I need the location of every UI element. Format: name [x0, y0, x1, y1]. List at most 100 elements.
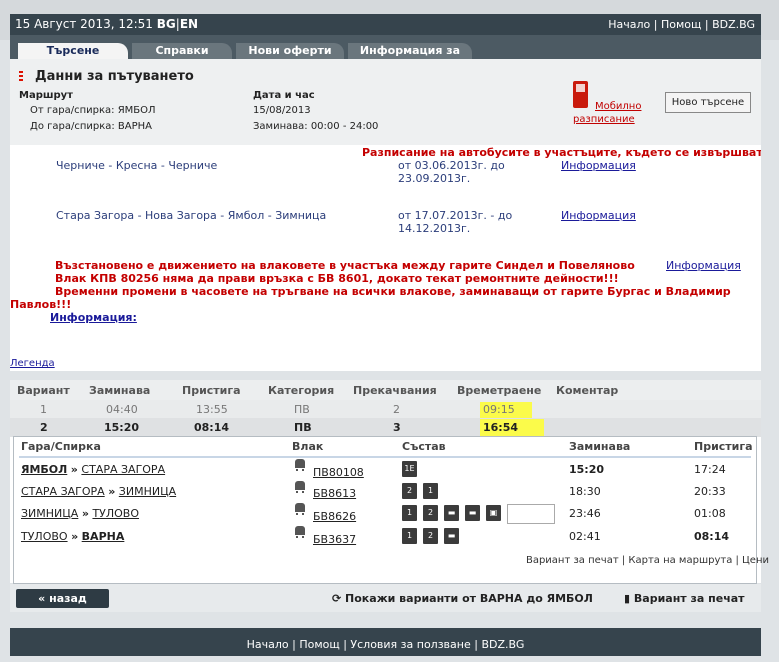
notice-schedule-change-end: Павлов!!! [10, 298, 72, 311]
train-icon [294, 459, 306, 472]
date-label: Дата и час [253, 90, 315, 101]
leg-departure: 18:30 [569, 485, 601, 498]
leg-route: ТУЛОВО » ВАРНА [21, 530, 124, 543]
list-marker-icon [19, 71, 23, 82]
leg-departure: 23:46 [569, 507, 601, 520]
notice-info-link[interactable]: Информация: [50, 311, 137, 324]
new-search-button[interactable]: Ново търсене [665, 92, 751, 113]
tab-search[interactable]: Търсене [18, 43, 128, 59]
train-number-link[interactable]: БВ3637 [313, 533, 356, 546]
route-separator: » [71, 530, 79, 543]
notice-restored-info-link[interactable]: Информация [666, 259, 741, 272]
footer-links[interactable]: Начало | Помощ | Условия за ползване | B… [10, 628, 761, 656]
departure-window: Заминава: 00:00 - 24:00 [253, 121, 379, 132]
trip-title: Данни за пътуването [35, 69, 194, 84]
leg-route: ЯМБОЛ » СТАРА ЗАГОРА [21, 463, 165, 476]
trip-header: Данни за пътуването Маршрут От гара/спир… [10, 59, 761, 145]
refresh-icon: ⟳ [332, 592, 346, 605]
datetime-text: 15 Август 2013, 12:51 [15, 17, 153, 31]
bus-route-2: Стара Загора - Нова Загора - Ямбол - Зим… [56, 209, 327, 222]
transfers: 3 [393, 421, 401, 434]
tab-station-info[interactable]: Информация за гара [348, 43, 472, 73]
reverse-route-label: Покажи варианти от ВАРНА до ЯМБОЛ [345, 592, 593, 605]
to-station: До гара/спирка: ВАРНА [30, 121, 153, 132]
bus-route-2-dates: от 17.07.2013г. - до [398, 209, 513, 222]
col-comment: Коментар [556, 384, 619, 397]
route-label: Маршрут [19, 90, 73, 101]
leg-from-link[interactable]: ТУЛОВО [21, 530, 68, 543]
print-variant-link[interactable]: ▮ Вариант за печат [624, 592, 745, 605]
departure-time: 15:20 [104, 421, 140, 434]
leg-route: ЗИМНИЦА » ТУЛОВО [21, 507, 139, 520]
print-variant-label: Вариант за печат [633, 592, 745, 605]
mobile-schedule-link[interactable]: Мобилно разписание [573, 100, 653, 126]
arrival-time: 13:55 [196, 403, 228, 416]
leg-arrival: 17:24 [694, 463, 726, 476]
col-train: Влак [292, 440, 324, 453]
lang-en-link[interactable]: EN [180, 17, 198, 31]
top-nav-links[interactable]: Начало | Помощ | BDZ.BG [608, 18, 755, 31]
sleeper-bed-icon: ▬ [444, 528, 459, 544]
second-class-seat-icon: 2 [423, 528, 438, 544]
leg-to-link[interactable]: ЗИМНИЦА [119, 485, 176, 498]
leg-departure: 02:41 [569, 530, 601, 543]
lang-bg-link[interactable]: BG [157, 17, 176, 31]
col-arrives: Пристига [182, 384, 241, 397]
bus-route-2-info-link[interactable]: Информация [561, 209, 636, 222]
tab-references[interactable]: Справки [132, 43, 232, 59]
result-row[interactable]: 1 04:40 13:55 ПВ 2 09:15 [10, 400, 761, 418]
leg-to-link[interactable]: ВАРНА [82, 530, 125, 543]
train-number-link[interactable]: БВ8613 [313, 487, 356, 500]
transfers: 2 [393, 403, 400, 416]
result-actions-links[interactable]: Вариант за печат | Карта на маршрута | Ц… [526, 555, 769, 566]
col-variant: Вариант [17, 384, 70, 397]
duration: 16:54 [483, 421, 519, 434]
col-leg-arrives: Пристига [694, 440, 753, 453]
leg-arrival: 01:08 [694, 507, 726, 520]
col-composition: Състав [402, 440, 446, 453]
legend-link[interactable]: Легенда [10, 358, 55, 369]
train-icon [294, 481, 306, 494]
train-number-link[interactable]: БВ8626 [313, 510, 356, 523]
first-class-seat-icon: 1 [402, 505, 417, 521]
bus-route-1-info-link[interactable]: Информация [561, 159, 636, 172]
leg-to-link[interactable]: ТУЛОВО [92, 507, 139, 520]
notice-restored: Възстановено е движението на влаковете в… [55, 259, 635, 272]
sleeper-bed-icon: ▬ [444, 505, 459, 521]
leg-route: СТАРА ЗАГОРА » ЗИМНИЦА [21, 485, 176, 498]
results-panel: Вариант Заминава Пристига Категория Прек… [10, 380, 761, 584]
col-duration: Времетраене [457, 384, 542, 397]
leg-departure: 15:20 [569, 463, 605, 476]
category: ПВ [294, 403, 310, 416]
results-header: Вариант Заминава Пристига Категория Прек… [10, 380, 761, 400]
variant-number: 1 [40, 403, 47, 416]
leg-from-link[interactable]: СТАРА ЗАГОРА [21, 485, 105, 498]
col-leg-departs: Заминава [569, 440, 631, 453]
image-placeholder [507, 504, 555, 524]
first-class-e-icon: 1E [402, 461, 417, 477]
result-row-selected[interactable]: 2 15:20 08:14 ПВ 3 16:54 [10, 418, 761, 437]
train-number-link[interactable]: ПВ80108 [313, 466, 364, 479]
reverse-route-link[interactable]: ⟳ Покажи варианти от ВАРНА до ЯМБОЛ [332, 592, 593, 605]
train-icon [294, 526, 306, 539]
category: ПВ [294, 421, 312, 434]
col-station: Гара/Спирка [21, 440, 101, 453]
back-button[interactable]: « назад [16, 589, 109, 608]
leg-arrival: 20:33 [694, 485, 726, 498]
leg-to-link[interactable]: СТАРА ЗАГОРА [81, 463, 165, 476]
trip-date: 15/08/2013 [253, 105, 311, 116]
luggage-icon: ▣ [486, 505, 501, 521]
from-station: От гара/спирка: ЯМБОЛ [30, 105, 156, 116]
tab-new-offers[interactable]: Нови оферти [236, 43, 344, 59]
second-class-seat-icon: 2 [402, 483, 417, 499]
couchette-bed-icon: ▬ [465, 505, 480, 521]
col-departs: Заминава [89, 384, 151, 397]
bus-route-1-dates-end: 23.09.2013г. [398, 172, 471, 185]
leg-from-link[interactable]: ЗИМНИЦА [21, 507, 78, 520]
route-separator: » [108, 485, 116, 498]
leg-from-link[interactable]: ЯМБОЛ [21, 463, 67, 476]
notice-schedule-change: Временни промени в часовете на тръгване … [55, 285, 731, 298]
route-separator: » [81, 507, 89, 520]
arrival-time: 08:14 [194, 421, 230, 434]
train-icon [294, 503, 306, 516]
